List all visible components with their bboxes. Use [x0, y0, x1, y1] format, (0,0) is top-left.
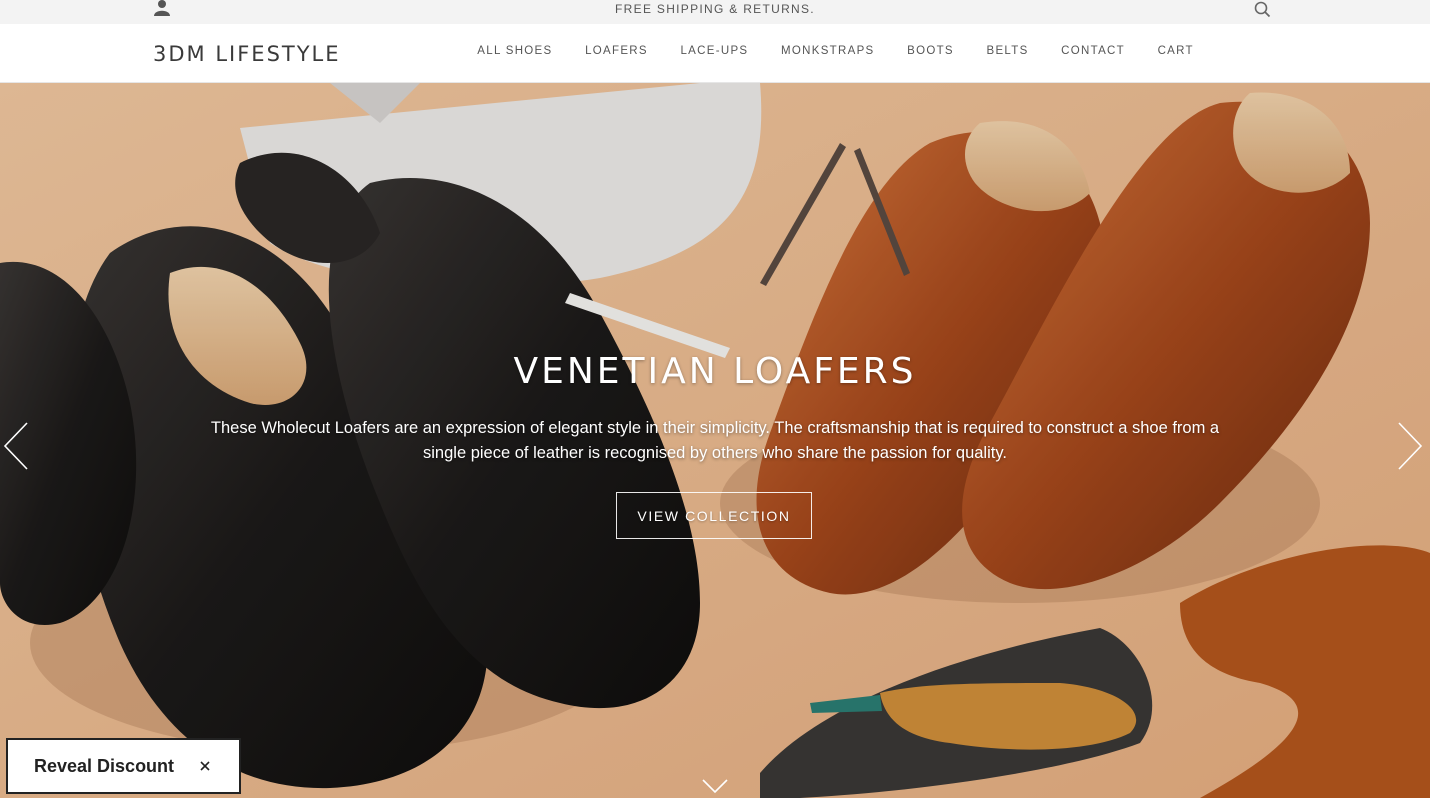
nav-item-contact[interactable]: CONTACT — [1045, 45, 1141, 57]
user-icon[interactable] — [153, 0, 171, 16]
hero-slideshow: VENETIAN LOAFERS These Wholecut Loafers … — [0, 83, 1430, 798]
search-icon[interactable] — [1254, 1, 1271, 18]
nav-item-cart[interactable]: CART — [1141, 45, 1210, 57]
nav-item-loafers[interactable]: LOAFERS — [569, 45, 664, 57]
chevron-right-icon[interactable] — [1396, 421, 1424, 471]
hero-description: These Wholecut Loafers are an expression… — [210, 419, 1220, 462]
reveal-discount-popup[interactable]: Reveal Discount — [6, 738, 241, 794]
site-logo[interactable]: 3DM LIFESTYLE — [153, 42, 341, 66]
chevron-left-icon[interactable] — [2, 421, 30, 471]
nav-item-monkstraps[interactable]: MONKSTRAPS — [765, 45, 891, 57]
hero-title: VENETIAN LOAFERS — [513, 351, 917, 392]
close-icon[interactable] — [198, 759, 212, 773]
main-nav: ALL SHOES LOAFERS LACE-UPS MONKSTRAPS BO… — [461, 45, 1210, 57]
reveal-discount-label[interactable]: Reveal Discount — [34, 756, 174, 777]
nav-item-boots[interactable]: BOOTS — [891, 45, 970, 57]
site-header: 3DM LIFESTYLE ALL SHOES LOAFERS LACE-UPS… — [0, 24, 1430, 83]
announcement-bar: FREE SHIPPING & RETURNS. — [0, 0, 1430, 24]
nav-item-lace-ups[interactable]: LACE-UPS — [664, 45, 765, 57]
chevron-down-icon[interactable] — [702, 779, 728, 794]
view-collection-button[interactable]: VIEW COLLECTION — [616, 492, 812, 539]
nav-item-belts[interactable]: BELTS — [970, 45, 1045, 57]
announcement-text: FREE SHIPPING & RETURNS. — [615, 2, 815, 16]
nav-item-all-shoes[interactable]: ALL SHOES — [461, 45, 569, 57]
